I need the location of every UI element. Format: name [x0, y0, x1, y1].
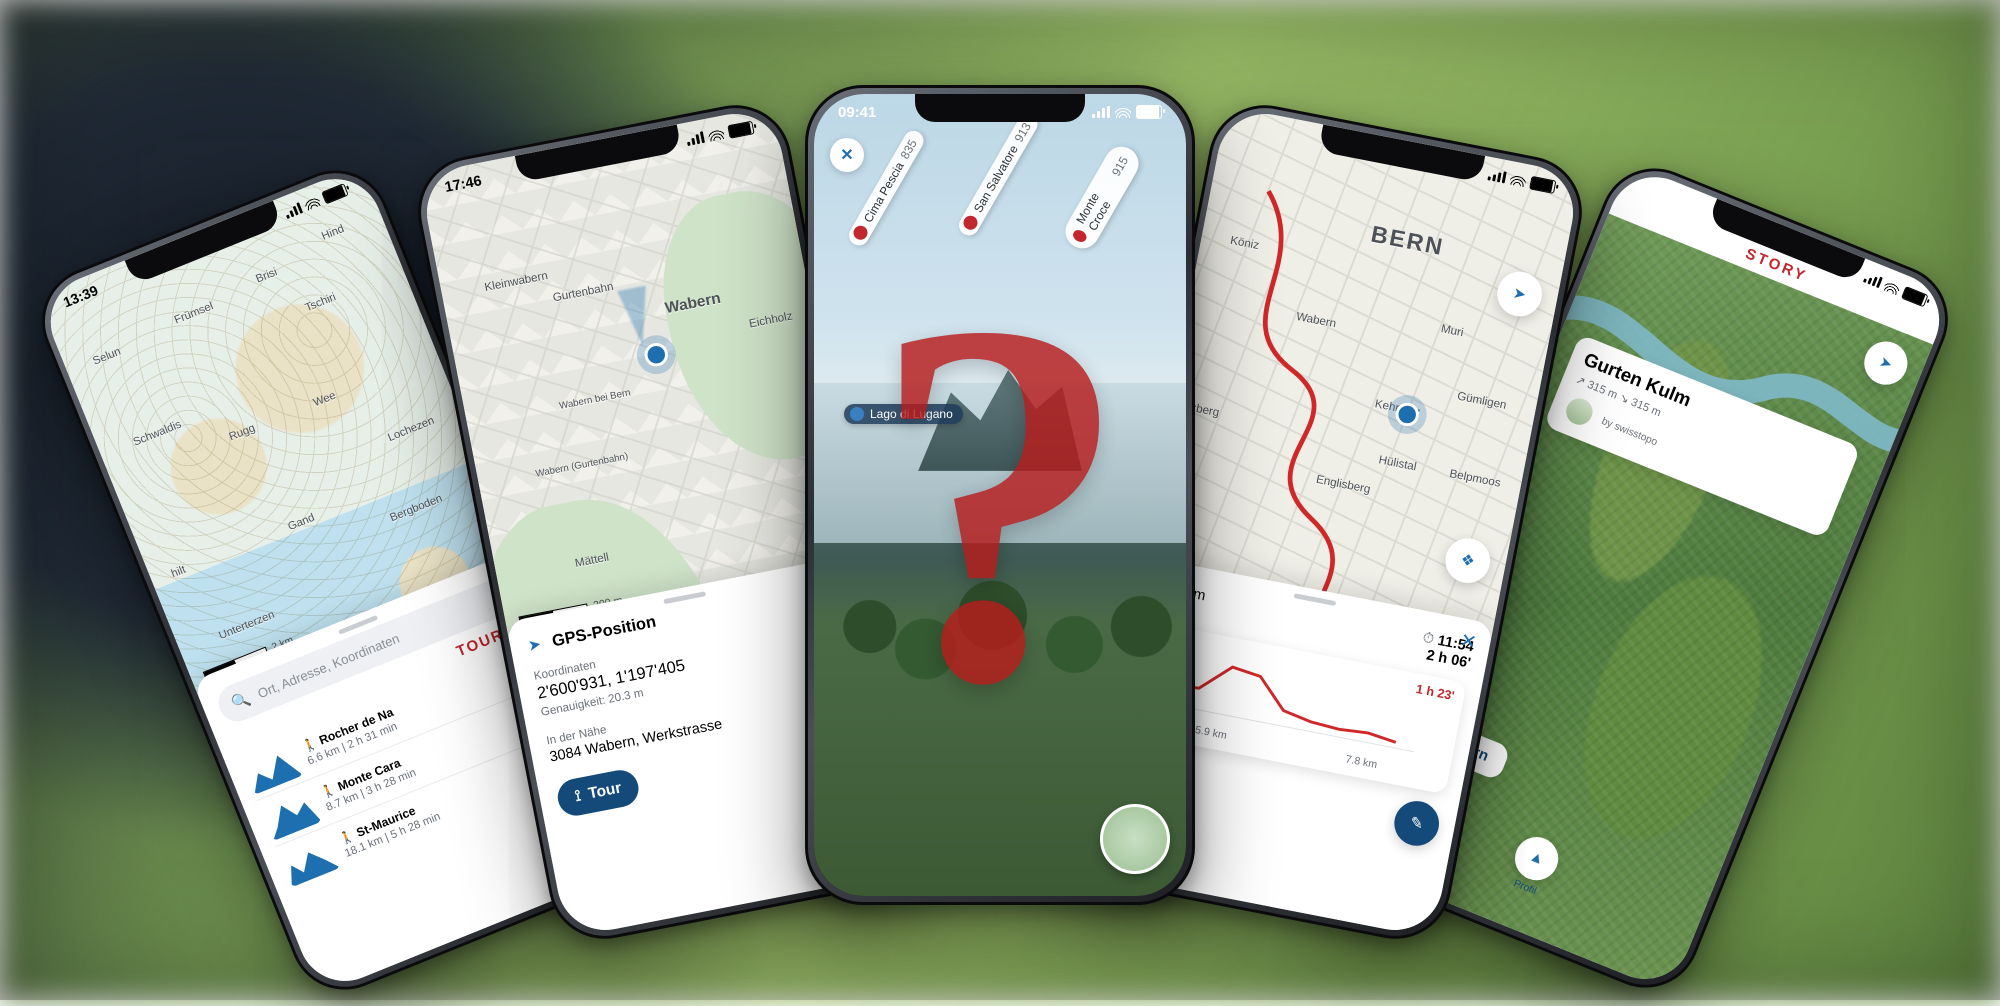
- location-icon: ➤: [526, 634, 542, 656]
- location-arrow-icon: ➤: [1877, 352, 1896, 374]
- tour-button[interactable]: ⟟Tour: [555, 767, 642, 819]
- ar-camera-view[interactable]: Cima Pescia 835 San Salvatore 913 Monte …: [814, 94, 1186, 896]
- peak-label[interactable]: Monte Croce 915: [1059, 141, 1144, 255]
- peak-label[interactable]: San Salvatore 913: [955, 110, 1041, 239]
- gps-location-marker: [643, 341, 670, 368]
- route-icon: ⟟: [574, 788, 583, 806]
- phone-3-center: 09:41 Cima Pescia 835 San Salvatore 913 …: [805, 85, 1195, 905]
- layers-icon: ❖: [1459, 550, 1476, 572]
- edit-button[interactable]: ✎: [1391, 797, 1443, 849]
- stage: 13:39 Selun Frümsel Brisi Hind Tschiri S…: [0, 0, 2000, 1000]
- lake-label[interactable]: Lago di Lugano: [844, 404, 963, 424]
- pencil-icon: ✎: [1408, 813, 1424, 835]
- location-arrow-icon: ➤: [1511, 283, 1527, 305]
- search-icon: 🔍: [229, 689, 253, 713]
- close-button[interactable]: ✕: [830, 138, 864, 172]
- close-sheet-button[interactable]: ✕: [1458, 628, 1479, 655]
- minimap-button[interactable]: [1100, 804, 1170, 874]
- mountain-icon: ▲: [1527, 848, 1547, 869]
- close-icon: ✕: [840, 145, 853, 165]
